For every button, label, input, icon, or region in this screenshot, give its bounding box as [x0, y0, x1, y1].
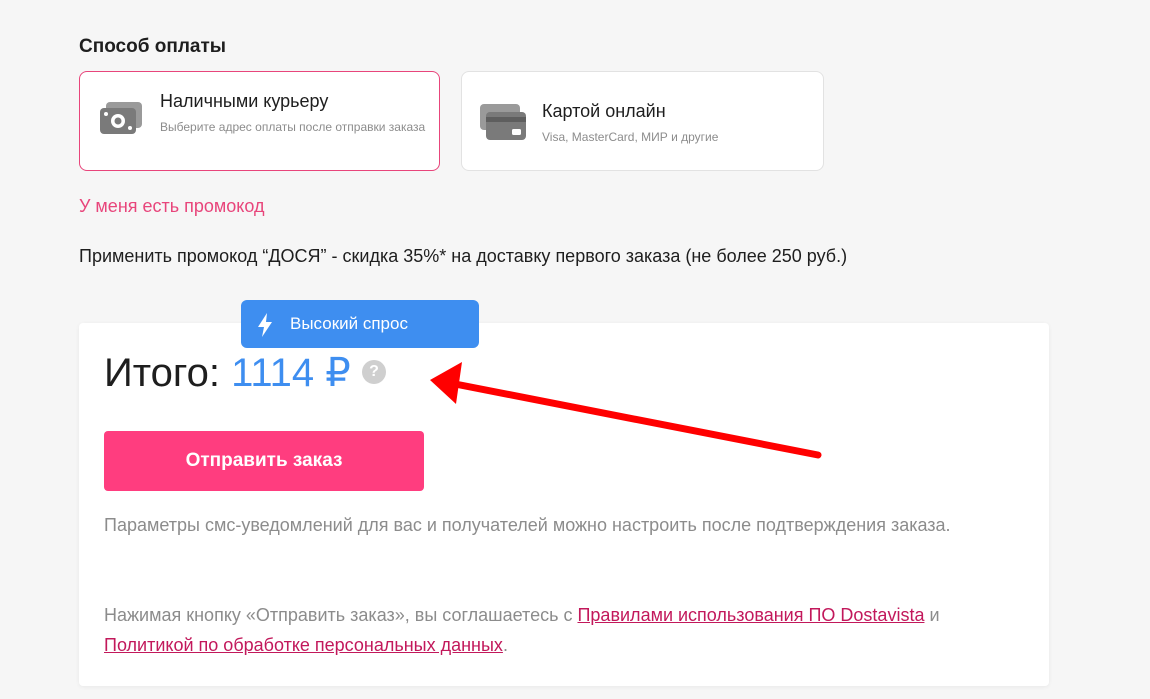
promo-code-link[interactable]: У меня есть промокод — [79, 196, 265, 217]
sms-settings-note: Параметры смс-уведомлений для вас и полу… — [104, 515, 951, 535]
agreement-suffix: . — [502, 635, 508, 655]
cash-icon — [100, 102, 142, 134]
total-row: Итого: 1114 ₽ — [104, 350, 351, 396]
payment-option-description: Visa, MasterCard, МИР и другие — [542, 130, 719, 144]
agreement-prefix: Нажимая кнопку «Отправить заказ», вы сог… — [104, 605, 573, 625]
payment-option-title: Картой онлайн — [542, 101, 666, 121]
submit-order-button[interactable]: Отправить заказ — [104, 431, 424, 491]
payment-option-description: Выберите адрес оплаты после отправки зак… — [160, 120, 426, 134]
promo-offer-text: Применить промокод “ДОСЯ” - скидка 35%* … — [79, 246, 848, 266]
agreement-and: и — [929, 605, 940, 625]
payment-option-card[interactable]: Картой онлайн Visa, MasterCard, МИР и др… — [461, 71, 824, 171]
payment-option-title: Наличными курьеру — [160, 91, 329, 111]
total-label: Итого: — [104, 351, 220, 395]
rules-link[interactable]: Правилами использования ПО Dostavista — [577, 605, 924, 625]
total-amount: 1114 ₽ — [231, 351, 351, 395]
payment-option-cash[interactable]: Наличными курьеру Выберите адрес оплаты … — [79, 71, 440, 171]
help-icon[interactable]: ? — [362, 360, 386, 384]
agreement-text: Нажимая кнопку «Отправить заказ», вы сог… — [104, 600, 1004, 660]
privacy-policy-link[interactable]: Политикой по обработке персональных данн… — [104, 635, 503, 655]
payment-method-title: Способ оплаты — [79, 36, 226, 57]
high-demand-badge: Высокий спрос — [241, 300, 479, 348]
badge-label: Высокий спрос — [290, 314, 408, 333]
credit-card-icon — [480, 104, 526, 140]
lightning-icon — [258, 313, 272, 337]
